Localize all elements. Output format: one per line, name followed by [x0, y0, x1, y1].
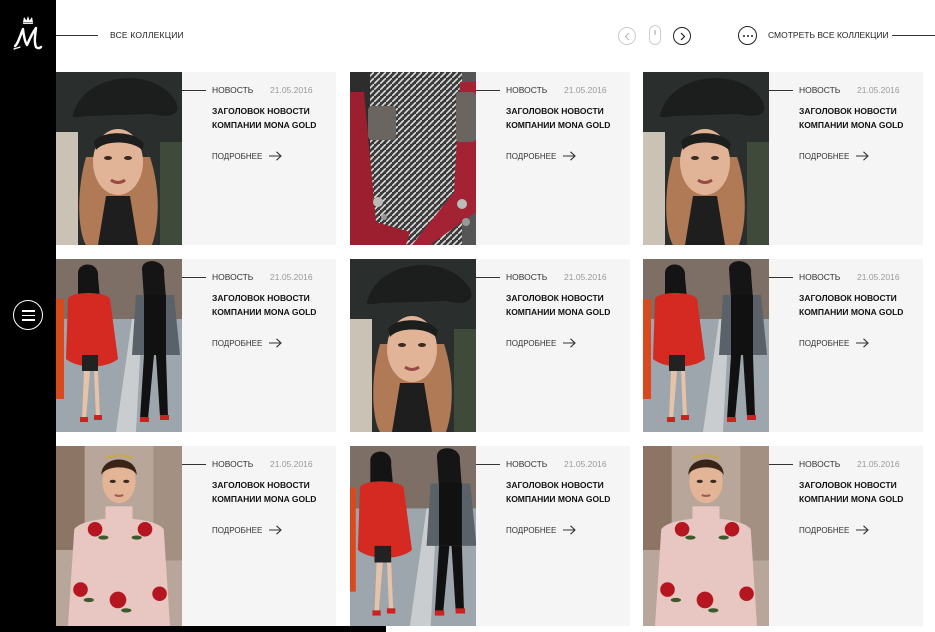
news-title[interactable]: ЗАГОЛОВОК НОВОСТИ КОМПАНИИ MONA GOLD [506, 479, 626, 506]
news-card[interactable]: НОВОСТЬ 21.05.2016 ЗАГОЛОВОК НОВОСТИ КОМ… [56, 259, 336, 432]
arrow-right-icon [563, 151, 577, 161]
divider-line [769, 90, 793, 91]
news-image[interactable] [350, 259, 476, 432]
news-date: 21.05.2016 [564, 85, 607, 95]
divider-line [476, 464, 500, 465]
hamburger-menu-button[interactable] [13, 300, 43, 330]
read-more-label: ПОДРОБНЕЕ [212, 338, 263, 348]
read-more-label: ПОДРОБНЕЕ [799, 151, 850, 161]
divider-line [56, 35, 98, 36]
news-category[interactable]: НОВОСТЬ [212, 459, 253, 469]
news-card[interactable]: НОВОСТЬ 21.05.2016 ЗАГОЛОВОК НОВОСТИ КОМ… [350, 72, 630, 245]
read-more-label: ПОДРОБНЕЕ [799, 525, 850, 535]
news-date: 21.05.2016 [857, 85, 900, 95]
news-category[interactable]: НОВОСТЬ [799, 459, 840, 469]
read-more-link[interactable]: ПОДРОБНЕЕ [506, 338, 577, 348]
news-category[interactable]: НОВОСТЬ [506, 459, 547, 469]
news-card[interactable]: НОВОСТЬ 21.05.2016 ЗАГОЛОВОК НОВОСТИ КОМ… [56, 72, 336, 245]
news-image[interactable] [56, 72, 182, 245]
news-image[interactable] [643, 446, 769, 626]
arrow-right-icon [269, 338, 283, 348]
news-category[interactable]: НОВОСТЬ [799, 85, 840, 95]
news-date: 21.05.2016 [270, 85, 313, 95]
news-date: 21.05.2016 [857, 272, 900, 282]
arrow-right-icon [856, 338, 870, 348]
divider-line [182, 464, 206, 465]
mona-gold-crown-logo[interactable] [10, 14, 46, 54]
read-more-link[interactable]: ПОДРОБНЕЕ [212, 338, 283, 348]
news-card[interactable]: НОВОСТЬ 21.05.2016 ЗАГОЛОВОК НОВОСТИ КОМ… [643, 259, 923, 432]
news-date: 21.05.2016 [270, 459, 313, 469]
scroll-indicator [649, 25, 661, 45]
read-more-label: ПОДРОБНЕЕ [506, 525, 557, 535]
divider-line [182, 277, 206, 278]
read-more-link[interactable]: ПОДРОБНЕЕ [212, 151, 283, 161]
news-category[interactable]: НОВОСТЬ [212, 85, 253, 95]
news-image[interactable] [643, 259, 769, 432]
news-title[interactable]: ЗАГОЛОВОК НОВОСТИ КОМПАНИИ MONA GOLD [506, 292, 626, 319]
read-more-link[interactable]: ПОДРОБНЕЕ [506, 151, 577, 161]
news-card[interactable]: НОВОСТЬ 21.05.2016 ЗАГОЛОВОК НОВОСТИ КОМ… [643, 446, 923, 626]
news-title[interactable]: ЗАГОЛОВОК НОВОСТИ КОМПАНИИ MONA GOLD [212, 292, 332, 319]
read-more-label: ПОДРОБНЕЕ [212, 151, 263, 161]
read-more-link[interactable]: ПОДРОБНЕЕ [799, 525, 870, 535]
read-more-label: ПОДРОБНЕЕ [506, 151, 557, 161]
all-collections-link[interactable]: ВСЕ КОЛЛЕКЦИИ [110, 30, 184, 40]
news-title[interactable]: ЗАГОЛОВОК НОВОСТИ КОМПАНИИ MONA GOLD [799, 105, 919, 132]
read-more-link[interactable]: ПОДРОБНЕЕ [799, 151, 870, 161]
sidebar [0, 0, 56, 632]
read-more-link[interactable]: ПОДРОБНЕЕ [799, 338, 870, 348]
prev-button[interactable] [618, 27, 636, 45]
arrow-right-icon [563, 525, 577, 535]
divider-line [476, 277, 500, 278]
news-title[interactable]: ЗАГОЛОВОК НОВОСТИ КОМПАНИИ MONA GOLD [506, 105, 626, 132]
read-more-label: ПОДРОБНЕЕ [506, 338, 557, 348]
next-button[interactable] [673, 27, 691, 45]
arrow-right-icon [269, 151, 283, 161]
news-title[interactable]: ЗАГОЛОВОК НОВОСТИ КОМПАНИИ MONA GOLD [799, 292, 919, 319]
arrow-left-icon [624, 32, 630, 41]
news-date: 21.05.2016 [564, 272, 607, 282]
news-card[interactable]: НОВОСТЬ 21.05.2016 ЗАГОЛОВОК НОВОСТИ КОМ… [56, 446, 336, 626]
read-more-link[interactable]: ПОДРОБНЕЕ [506, 525, 577, 535]
divider-line [476, 90, 500, 91]
arrow-right-icon [856, 525, 870, 535]
divider-line [769, 277, 793, 278]
news-date: 21.05.2016 [270, 272, 313, 282]
news-image[interactable] [56, 446, 182, 626]
horizontal-scrollbar[interactable] [56, 626, 386, 632]
read-more-label: ПОДРОБНЕЕ [799, 338, 850, 348]
news-card[interactable]: НОВОСТЬ 21.05.2016 ЗАГОЛОВОК НОВОСТИ КОМ… [350, 446, 630, 626]
divider-line [769, 464, 793, 465]
arrow-right-icon [680, 32, 686, 41]
news-category[interactable]: НОВОСТЬ [506, 85, 547, 95]
more-dots-icon [743, 35, 745, 37]
view-all-collections-link[interactable]: СМОТРЕТЬ ВСЕ КОЛЛЕКЦИИ [768, 30, 889, 40]
more-dots-button[interactable] [738, 26, 757, 45]
hamburger-icon [22, 310, 35, 312]
arrow-right-icon [269, 525, 283, 535]
news-image[interactable] [56, 259, 182, 432]
news-image[interactable] [643, 72, 769, 245]
news-title[interactable]: ЗАГОЛОВОК НОВОСТИ КОМПАНИИ MONA GOLD [212, 105, 332, 132]
page: ВСЕ КОЛЛЕКЦИИ СМОТРЕТЬ ВСЕ КОЛЛЕКЦИИ НОВ… [0, 0, 935, 632]
news-category[interactable]: НОВОСТЬ [506, 272, 547, 282]
news-date: 21.05.2016 [857, 459, 900, 469]
divider-line [182, 90, 206, 91]
divider-line [892, 35, 935, 36]
news-title[interactable]: ЗАГОЛОВОК НОВОСТИ КОМПАНИИ MONA GOLD [799, 479, 919, 506]
news-category[interactable]: НОВОСТЬ [212, 272, 253, 282]
news-image[interactable] [350, 446, 476, 626]
arrow-right-icon [856, 151, 870, 161]
read-more-link[interactable]: ПОДРОБНЕЕ [212, 525, 283, 535]
news-title[interactable]: ЗАГОЛОВОК НОВОСТИ КОМПАНИИ MONA GOLD [212, 479, 332, 506]
news-card[interactable]: НОВОСТЬ 21.05.2016 ЗАГОЛОВОК НОВОСТИ КОМ… [350, 259, 630, 432]
read-more-label: ПОДРОБНЕЕ [212, 525, 263, 535]
news-card[interactable]: НОВОСТЬ 21.05.2016 ЗАГОЛОВОК НОВОСТИ КОМ… [643, 72, 923, 245]
news-image[interactable] [350, 72, 476, 245]
news-category[interactable]: НОВОСТЬ [799, 272, 840, 282]
news-date: 21.05.2016 [564, 459, 607, 469]
arrow-right-icon [563, 338, 577, 348]
